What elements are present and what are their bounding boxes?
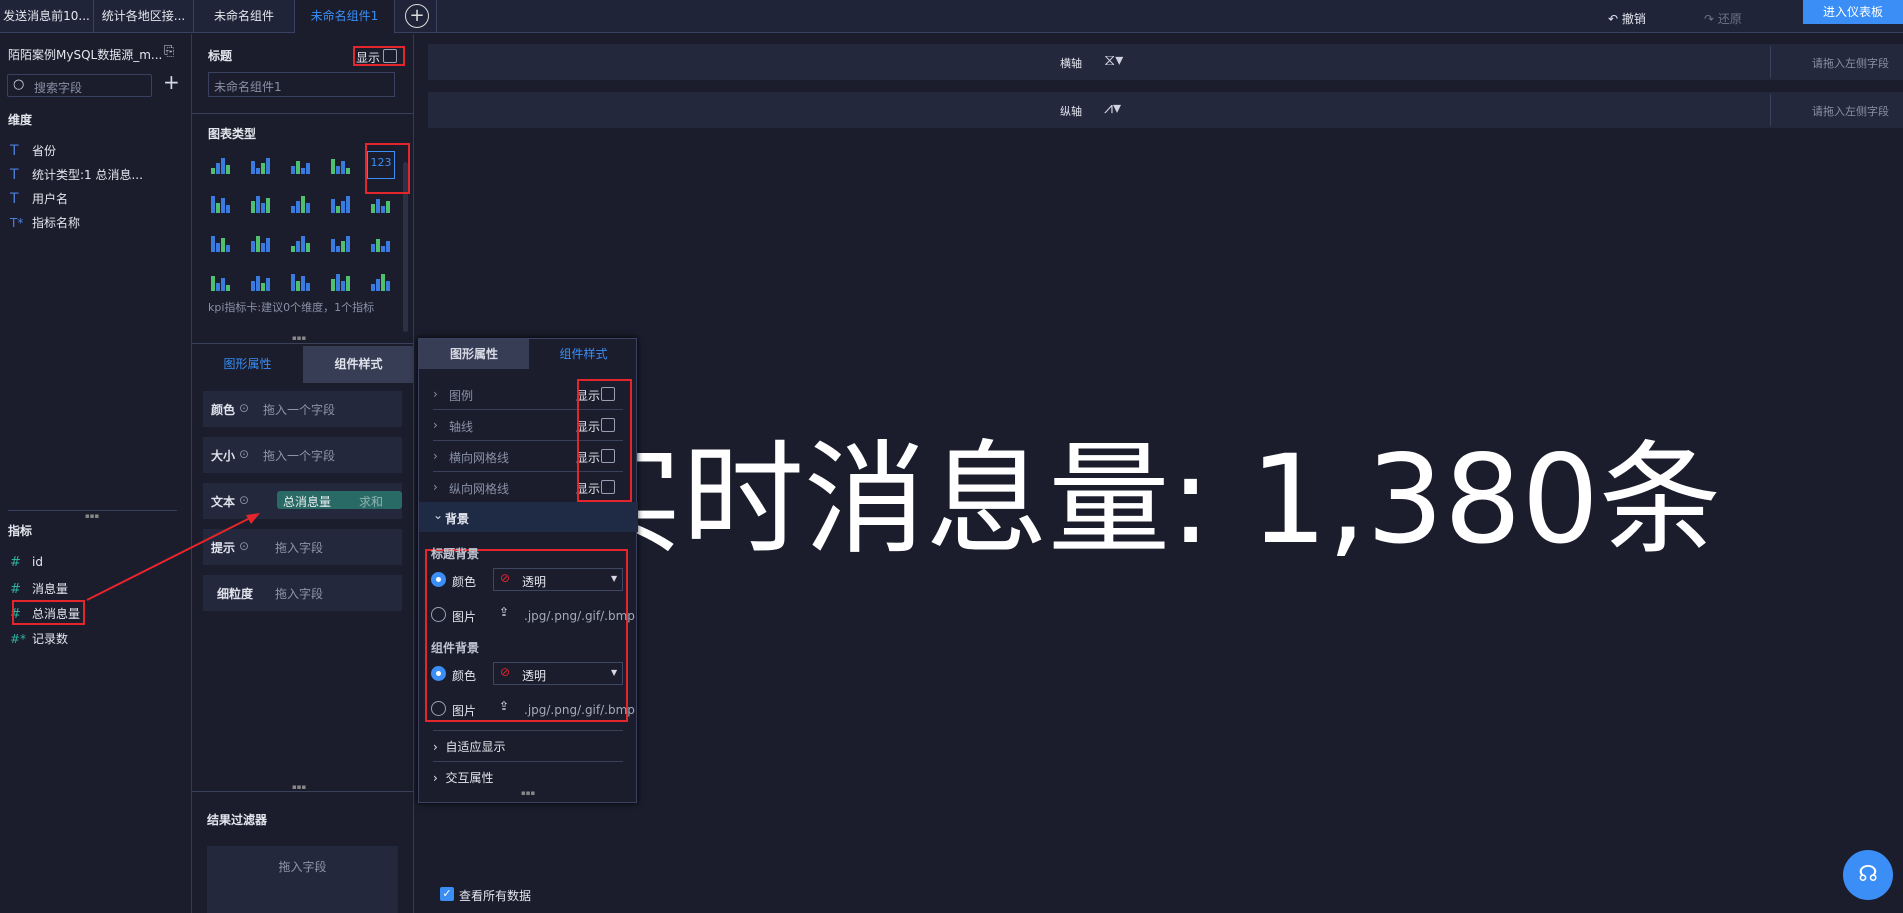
radio-label: 颜色	[452, 669, 477, 683]
style-popup: 图形属性 组件样式 › 图例 显示 › 轴线 显示 › 横向网格线 显示 › 纵…	[418, 338, 638, 803]
section-title: 自适应显示	[445, 740, 506, 754]
chevron-right-icon: ›	[433, 418, 438, 432]
adaptive-display-section[interactable]: › 自适应显示	[433, 738, 505, 755]
comp-bg-color-select[interactable]: ⊘ 透明 ▼	[493, 662, 623, 685]
select-value: 透明	[522, 575, 547, 589]
chevron-right-icon: ›	[433, 387, 438, 401]
upload-icon[interactable]: ⇪	[499, 699, 509, 713]
arrow-head	[246, 513, 260, 524]
upload-icon[interactable]: ⇪	[499, 605, 509, 619]
file-formats: .jpg/.png/.gif/.bmp	[524, 609, 635, 623]
title-background-label: 标题背景	[431, 547, 480, 561]
drag-handle-icon[interactable]: ▪▪▪	[521, 789, 535, 797]
chevron-right-icon: ›	[433, 449, 438, 463]
comp-bg-color-radio[interactable]	[431, 666, 446, 681]
transparent-icon: ⊘	[500, 665, 511, 679]
radio-label: 图片	[452, 610, 477, 624]
view-all-checkbox[interactable]: ✓	[440, 887, 454, 901]
interaction-section[interactable]: › 交互属性	[433, 769, 493, 786]
file-formats: .jpg/.png/.gif/.bmp	[524, 703, 635, 717]
toggle-label: 横向网格线	[449, 451, 510, 465]
popup-tab-graph[interactable]: 图形属性	[419, 339, 529, 369]
divider	[433, 730, 623, 731]
background-section-header[interactable]: ⌄ 背景	[419, 502, 638, 532]
toggle-label: 图例	[449, 389, 474, 403]
toggle-label: 纵向网格线	[449, 482, 510, 496]
chevron-right-icon: ›	[433, 771, 438, 785]
comp-bg-image-radio[interactable]	[431, 701, 446, 716]
chevron-down-icon: ⌄	[433, 508, 444, 522]
section-title: 背景	[445, 512, 470, 526]
headset-icon: ☊	[1858, 862, 1878, 887]
component-background-label: 组件背景	[431, 641, 480, 655]
title-bg-image-radio[interactable]	[431, 607, 446, 622]
title-bg-color-radio[interactable]	[431, 572, 446, 587]
caret-down-icon: ▼	[611, 668, 618, 677]
view-all-label: 查看所有数据	[459, 889, 532, 903]
radio-label: 图片	[452, 704, 477, 718]
popup-tab-style[interactable]: 组件样式	[529, 339, 638, 369]
toggle-label: 轴线	[449, 420, 474, 434]
highlight-box	[577, 379, 632, 502]
arrow-line	[86, 516, 253, 601]
section-title: 交互属性	[445, 771, 494, 785]
title-bg-color-select[interactable]: ⊘ 透明 ▼	[493, 568, 623, 591]
transparent-icon: ⊘	[500, 571, 511, 585]
annotation-arrow	[86, 513, 260, 601]
divider	[433, 761, 623, 762]
radio-label: 颜色	[452, 575, 477, 589]
select-value: 透明	[522, 669, 547, 683]
chevron-right-icon: ›	[433, 480, 438, 494]
chevron-right-icon: ›	[433, 740, 438, 754]
caret-down-icon: ▼	[611, 574, 618, 583]
customer-support-button[interactable]: ☊	[1843, 850, 1893, 900]
